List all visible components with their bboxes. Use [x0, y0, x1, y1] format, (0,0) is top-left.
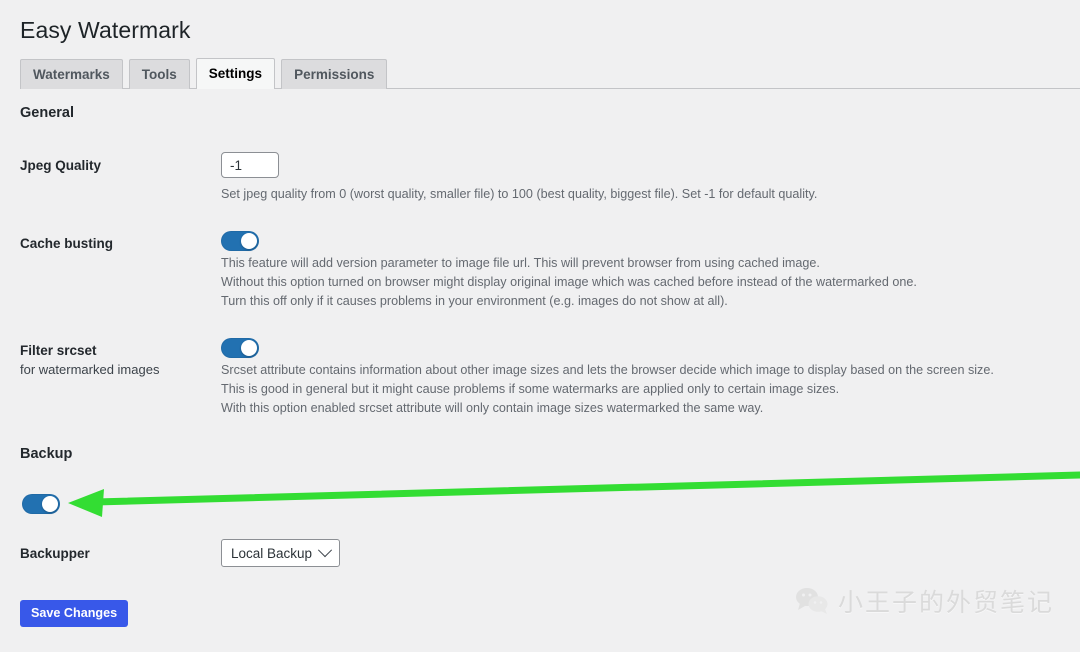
tab-permissions[interactable]: Permissions	[281, 59, 388, 89]
desc-line: Without this option turned on browser mi…	[221, 275, 917, 289]
label-backupper: Backupper	[20, 546, 90, 561]
field-jpeg-quality	[221, 152, 279, 178]
description-filter-srcset: Srcset attribute contains information ab…	[221, 361, 994, 418]
toggle-knob	[42, 496, 58, 512]
field-cache-busting	[221, 231, 259, 256]
label-filter-srcset-sub: for watermarked images	[20, 362, 160, 377]
settings-page: Easy Watermark Watermarks Tools Settings…	[0, 0, 1080, 652]
backup-toggle[interactable]	[22, 494, 60, 514]
label-filter-srcset: Filter srcset for watermarked images	[20, 343, 210, 377]
page-title: Easy Watermark	[20, 17, 191, 43]
section-heading-general: General	[20, 105, 74, 121]
field-filter-srcset	[221, 338, 259, 363]
green-arrow-annotation	[68, 471, 1080, 517]
tab-settings[interactable]: Settings	[195, 58, 276, 89]
filter-srcset-toggle[interactable]	[221, 338, 259, 358]
save-changes-button[interactable]: Save Changes	[20, 600, 129, 627]
backupper-selected-value: Local Backup	[231, 545, 313, 561]
tab-tools[interactable]: Tools	[128, 59, 190, 89]
field-backupper: Local Backup	[221, 539, 341, 567]
tab-watermarks[interactable]: Watermarks	[20, 59, 123, 89]
desc-line: Srcset attribute contains information ab…	[221, 363, 994, 377]
cache-busting-toggle[interactable]	[221, 231, 259, 251]
desc-line: This is good in general but it might cau…	[221, 382, 840, 396]
backupper-select[interactable]: Local Backup	[221, 539, 341, 567]
toggle-knob	[241, 340, 257, 356]
desc-line: This feature will add version parameter …	[221, 256, 820, 270]
watermark: 小王子的外贸笔记	[795, 583, 1054, 619]
label-cache-busting: Cache busting	[20, 236, 114, 251]
toggle-knob	[241, 233, 257, 249]
field-backup-enable	[22, 494, 60, 519]
section-heading-backup: Backup	[20, 446, 73, 462]
watermark-text: 小王子的外贸笔记	[837, 588, 1054, 617]
chevron-down-icon	[317, 543, 333, 558]
tab-bar: Watermarks Tools Settings Permissions	[20, 58, 1080, 89]
label-jpeg-quality: Jpeg Quality	[20, 158, 102, 173]
description-cache-busting: This feature will add version parameter …	[221, 254, 917, 311]
wechat-icon	[795, 588, 828, 614]
label-filter-srcset-main: Filter srcset	[20, 343, 97, 358]
description-jpeg-quality: Set jpeg quality from 0 (worst quality, …	[221, 187, 818, 201]
desc-line: With this option enabled srcset attribut…	[221, 401, 764, 415]
desc-line: Turn this off only if it causes problems…	[221, 294, 728, 308]
jpeg-quality-input[interactable]	[221, 152, 279, 178]
